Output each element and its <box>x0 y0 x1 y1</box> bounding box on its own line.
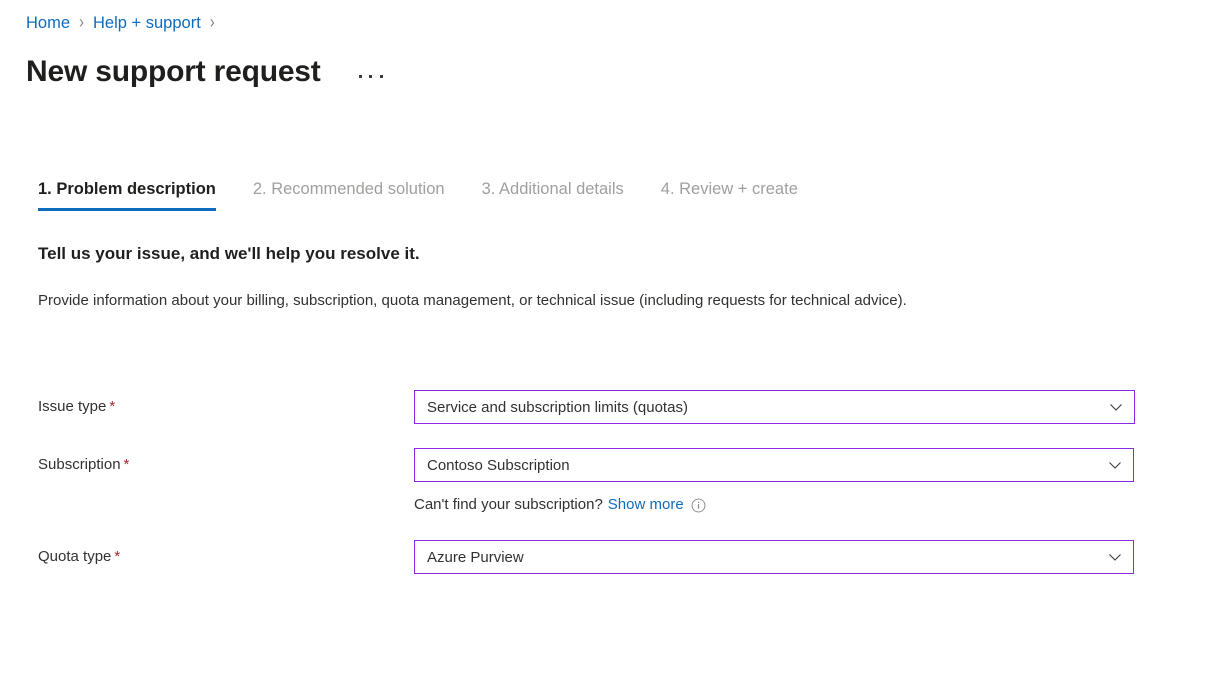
required-asterisk: * <box>109 398 115 415</box>
field-col-subscription: Contoso Subscription Can't find your sub… <box>414 448 1148 516</box>
info-circle-icon[interactable] <box>691 498 706 513</box>
section-description: Provide information about your billing, … <box>38 288 1113 314</box>
label-quota-type: Quota type* <box>38 540 414 574</box>
label-issue-type-text: Issue type <box>38 398 106 415</box>
breadcrumb: Home › Help + support › <box>26 12 224 34</box>
label-subscription: Subscription* <box>38 448 414 482</box>
page-title: New support request <box>26 52 321 92</box>
field-col-quota-type: Azure Purview <box>414 540 1148 574</box>
breadcrumb-separator-icon: › <box>210 9 215 37</box>
ellipsis-dot <box>369 75 372 78</box>
breadcrumb-item-home[interactable]: Home <box>26 12 70 34</box>
tab-additional-details[interactable]: 3. Additional details <box>482 178 624 211</box>
required-asterisk: * <box>114 548 120 565</box>
label-subscription-text: Subscription <box>38 456 121 473</box>
form-row-quota-type: Quota type* Azure Purview <box>38 540 1148 574</box>
show-more-link[interactable]: Show more <box>608 494 684 516</box>
chevron-down-icon <box>1108 550 1122 564</box>
tab-recommended-solution[interactable]: 2. Recommended solution <box>253 178 445 211</box>
quota-type-value: Azure Purview <box>427 549 524 566</box>
section-heading: Tell us your issue, and we'll help you r… <box>38 242 420 266</box>
chevron-down-icon <box>1109 400 1123 414</box>
breadcrumb-item-help-support[interactable]: Help + support <box>93 12 201 34</box>
label-issue-type: Issue type* <box>38 390 414 424</box>
required-asterisk: * <box>124 456 130 473</box>
form-row-subscription: Subscription* Contoso Subscription Can't… <box>38 448 1148 516</box>
field-col-issue-type: Service and subscription limits (quotas) <box>414 390 1148 424</box>
form-row-issue-type: Issue type* Service and subscription lim… <box>38 390 1148 424</box>
issue-type-value: Service and subscription limits (quotas) <box>427 399 688 416</box>
support-request-form: Issue type* Service and subscription lim… <box>38 390 1148 598</box>
ellipsis-dot <box>359 75 362 78</box>
subscription-helper-text: Can't find your subscription? <box>414 494 603 516</box>
quota-type-dropdown[interactable]: Azure Purview <box>414 540 1134 574</box>
tab-problem-description[interactable]: 1. Problem description <box>38 178 216 211</box>
subscription-dropdown[interactable]: Contoso Subscription <box>414 448 1134 482</box>
page-header: New support request <box>26 52 385 92</box>
label-quota-type-text: Quota type <box>38 548 111 565</box>
breadcrumb-separator-icon: › <box>79 9 84 37</box>
tab-review-create[interactable]: 4. Review + create <box>661 178 798 211</box>
ellipsis-icon[interactable] <box>357 66 385 86</box>
ellipsis-dot <box>380 75 383 78</box>
issue-type-dropdown[interactable]: Service and subscription limits (quotas) <box>414 390 1135 424</box>
subscription-value: Contoso Subscription <box>427 457 570 474</box>
chevron-down-icon <box>1108 458 1122 472</box>
subscription-helper: Can't find your subscription? Show more <box>414 494 1148 516</box>
wizard-tabs: 1. Problem description 2. Recommended so… <box>38 178 835 211</box>
